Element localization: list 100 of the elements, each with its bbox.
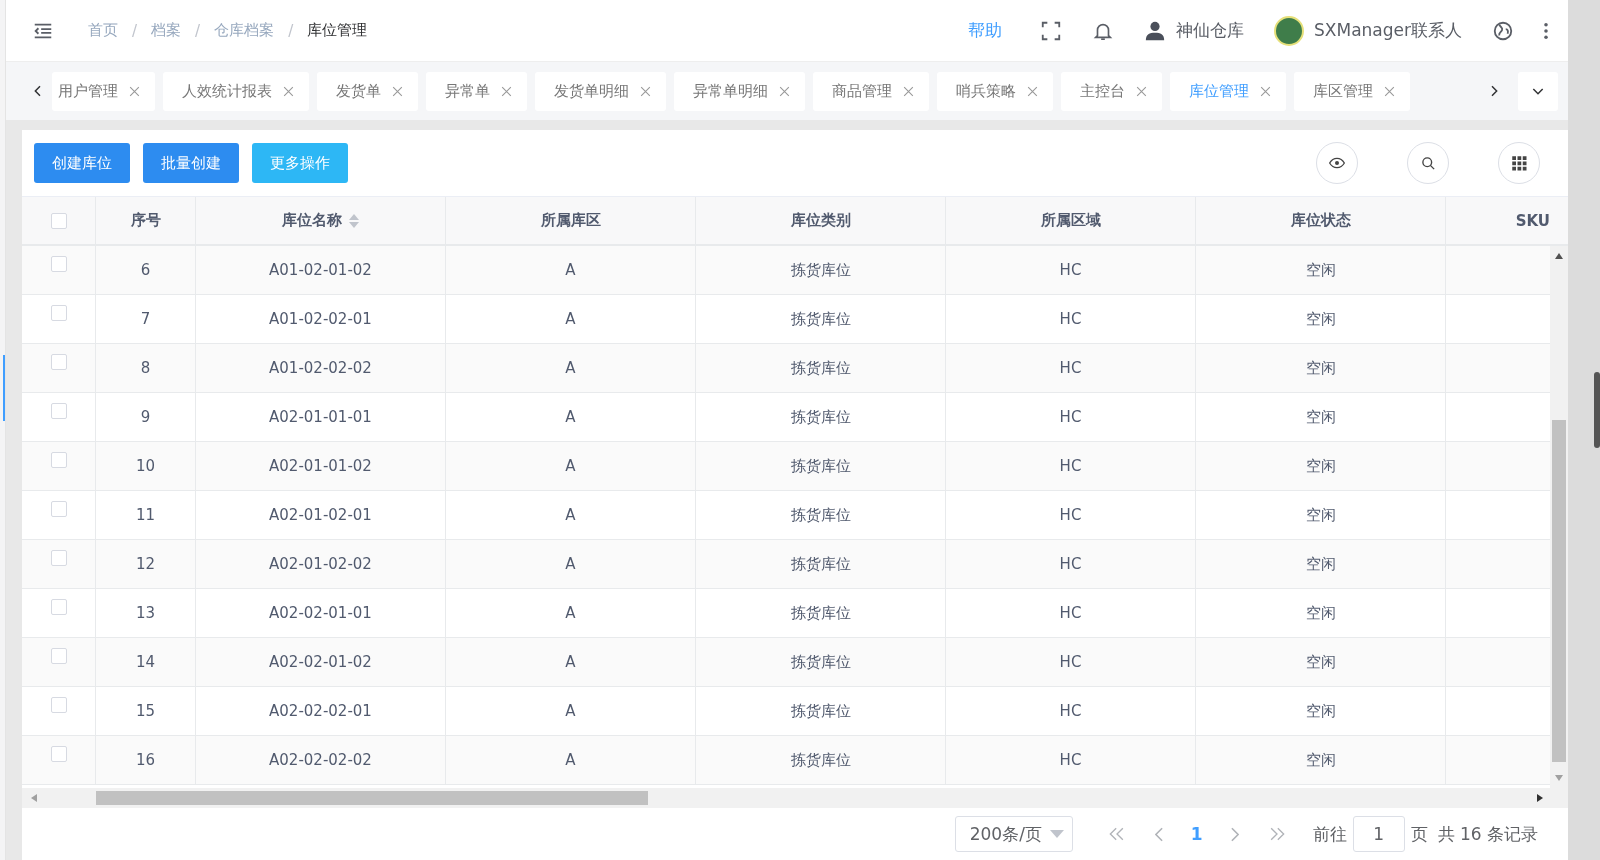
close-icon: [778, 84, 791, 98]
horizontal-scrollbar[interactable]: [22, 788, 1568, 808]
eye-icon: [1329, 155, 1345, 171]
action-button[interactable]: 批量创建: [143, 143, 239, 183]
row-checkbox[interactable]: [50, 452, 67, 468]
table-cell: 空闲: [1196, 246, 1446, 294]
scroll-up-icon[interactable]: [1554, 252, 1564, 260]
table-cell: A: [446, 491, 696, 539]
fullscreen-icon: [1040, 19, 1063, 42]
table-cell: 空闲: [1196, 491, 1446, 539]
select-all-checkbox[interactable]: [50, 212, 67, 229]
table-cell: A: [446, 295, 696, 343]
row-checkbox[interactable]: [50, 648, 67, 664]
table-cell: A: [446, 540, 696, 588]
table-cell: HC: [946, 589, 1196, 637]
grid-button[interactable]: [1498, 142, 1540, 184]
table-cell: 10: [96, 442, 196, 490]
table-cell: HC: [946, 295, 1196, 343]
table-cell: 13: [96, 589, 196, 637]
row-checkbox[interactable]: [50, 697, 67, 713]
table-cell: 拣货库位: [696, 393, 946, 441]
tab[interactable]: 用户管理: [52, 71, 155, 111]
table-cell: 拣货库位: [696, 687, 946, 735]
search-button[interactable]: [1407, 142, 1449, 184]
table-cell: 拣货库位: [696, 442, 946, 490]
breadcrumb-link[interactable]: 档案: [151, 21, 182, 40]
avatar-icon[interactable]: [1274, 15, 1305, 46]
table-cell: 空闲: [1196, 295, 1446, 343]
page-size-select[interactable]: 200条/页: [954, 816, 1073, 852]
tab[interactable]: 主控台: [1061, 71, 1162, 111]
row-checkbox[interactable]: [50, 305, 67, 321]
table-cell: 拣货库位: [696, 736, 946, 784]
table-cell: 6: [96, 246, 196, 294]
show-columns-button[interactable]: [1316, 142, 1358, 184]
row-checkbox[interactable]: [50, 550, 67, 566]
breadcrumb-current: 库位管理: [307, 21, 368, 40]
table-cell: 拣货库位: [696, 638, 946, 686]
action-button[interactable]: 创建库位: [34, 143, 130, 183]
row-checkbox[interactable]: [50, 599, 67, 615]
table-cell: 8: [96, 344, 196, 392]
tab[interactable]: 异常单明细: [674, 71, 805, 111]
table-cell: A: [446, 589, 696, 637]
more-vertical-icon[interactable]: [1544, 22, 1548, 39]
column-header: 库位状态: [1196, 197, 1446, 244]
close-icon: [391, 84, 404, 98]
account-name[interactable]: SXManager联系人: [1314, 19, 1462, 42]
table-cell: A02-01-02-02: [196, 540, 446, 588]
table-cell: A02-02-01-01: [196, 589, 446, 637]
breadcrumb-separator: /: [288, 21, 294, 40]
row-checkbox[interactable]: [50, 501, 67, 517]
scroll-left-icon[interactable]: [30, 793, 38, 803]
row-checkbox[interactable]: [50, 403, 67, 419]
row-checkbox[interactable]: [50, 256, 67, 272]
tab[interactable]: 异常单: [426, 71, 527, 111]
globe-icon: [1492, 19, 1514, 42]
caret-down-icon: [1049, 830, 1064, 838]
table-cell: A01-02-01-02: [196, 246, 446, 294]
chevron-left-icon: [1154, 826, 1163, 842]
table-cell: A02-01-01-01: [196, 393, 446, 441]
tab[interactable]: 库区管理: [1294, 71, 1410, 111]
page-number[interactable]: 1: [1176, 824, 1217, 844]
sort-icon[interactable]: [347, 212, 360, 229]
column-header: 库位类别: [696, 197, 946, 244]
table-cell: A: [446, 246, 696, 294]
breadcrumb-link[interactable]: 首页: [88, 21, 118, 40]
table-cell: HC: [946, 246, 1196, 294]
row-checkbox[interactable]: [50, 354, 67, 370]
search-icon: [1420, 155, 1436, 171]
vertical-scrollbar[interactable]: [1550, 246, 1568, 788]
tab[interactable]: 发货单: [317, 71, 418, 111]
table-cell: 14: [96, 638, 196, 686]
table-cell: 15: [96, 687, 196, 735]
tabs-menu-button[interactable]: [1518, 71, 1558, 111]
table-cell: A: [446, 442, 696, 490]
row-checkbox[interactable]: [50, 746, 67, 762]
column-header[interactable]: 库位名称: [196, 197, 446, 244]
table-cell: A02-01-01-02: [196, 442, 446, 490]
help-link[interactable]: 帮助: [968, 19, 1003, 42]
close-icon: [1383, 84, 1396, 98]
table-cell: 16: [96, 736, 196, 784]
tab[interactable]: 哨兵策略: [937, 71, 1053, 111]
scroll-down-icon[interactable]: [1554, 774, 1564, 782]
table-cell: A01-02-02-02: [196, 344, 446, 392]
close-icon: [639, 84, 652, 98]
column-header: 序号: [96, 197, 196, 244]
breadcrumb-link[interactable]: 仓库档案: [214, 21, 275, 40]
close-icon: [902, 84, 915, 98]
table-cell: 拣货库位: [696, 246, 946, 294]
table-cell: A: [446, 638, 696, 686]
warehouse-name[interactable]: 神仙仓库: [1176, 19, 1245, 42]
tab[interactable]: 发货单明细: [535, 71, 666, 111]
tab[interactable]: 人效统计报表: [163, 71, 309, 111]
breadcrumb-separator: /: [195, 21, 201, 40]
close-icon: [500, 84, 513, 98]
table-cell: 11: [96, 491, 196, 539]
page-input[interactable]: 1: [1352, 816, 1405, 852]
scroll-right-icon[interactable]: [1536, 793, 1544, 803]
close-icon: [282, 84, 295, 98]
tab[interactable]: 商品管理: [813, 71, 929, 111]
tab[interactable]: 库位管理: [1170, 71, 1286, 111]
